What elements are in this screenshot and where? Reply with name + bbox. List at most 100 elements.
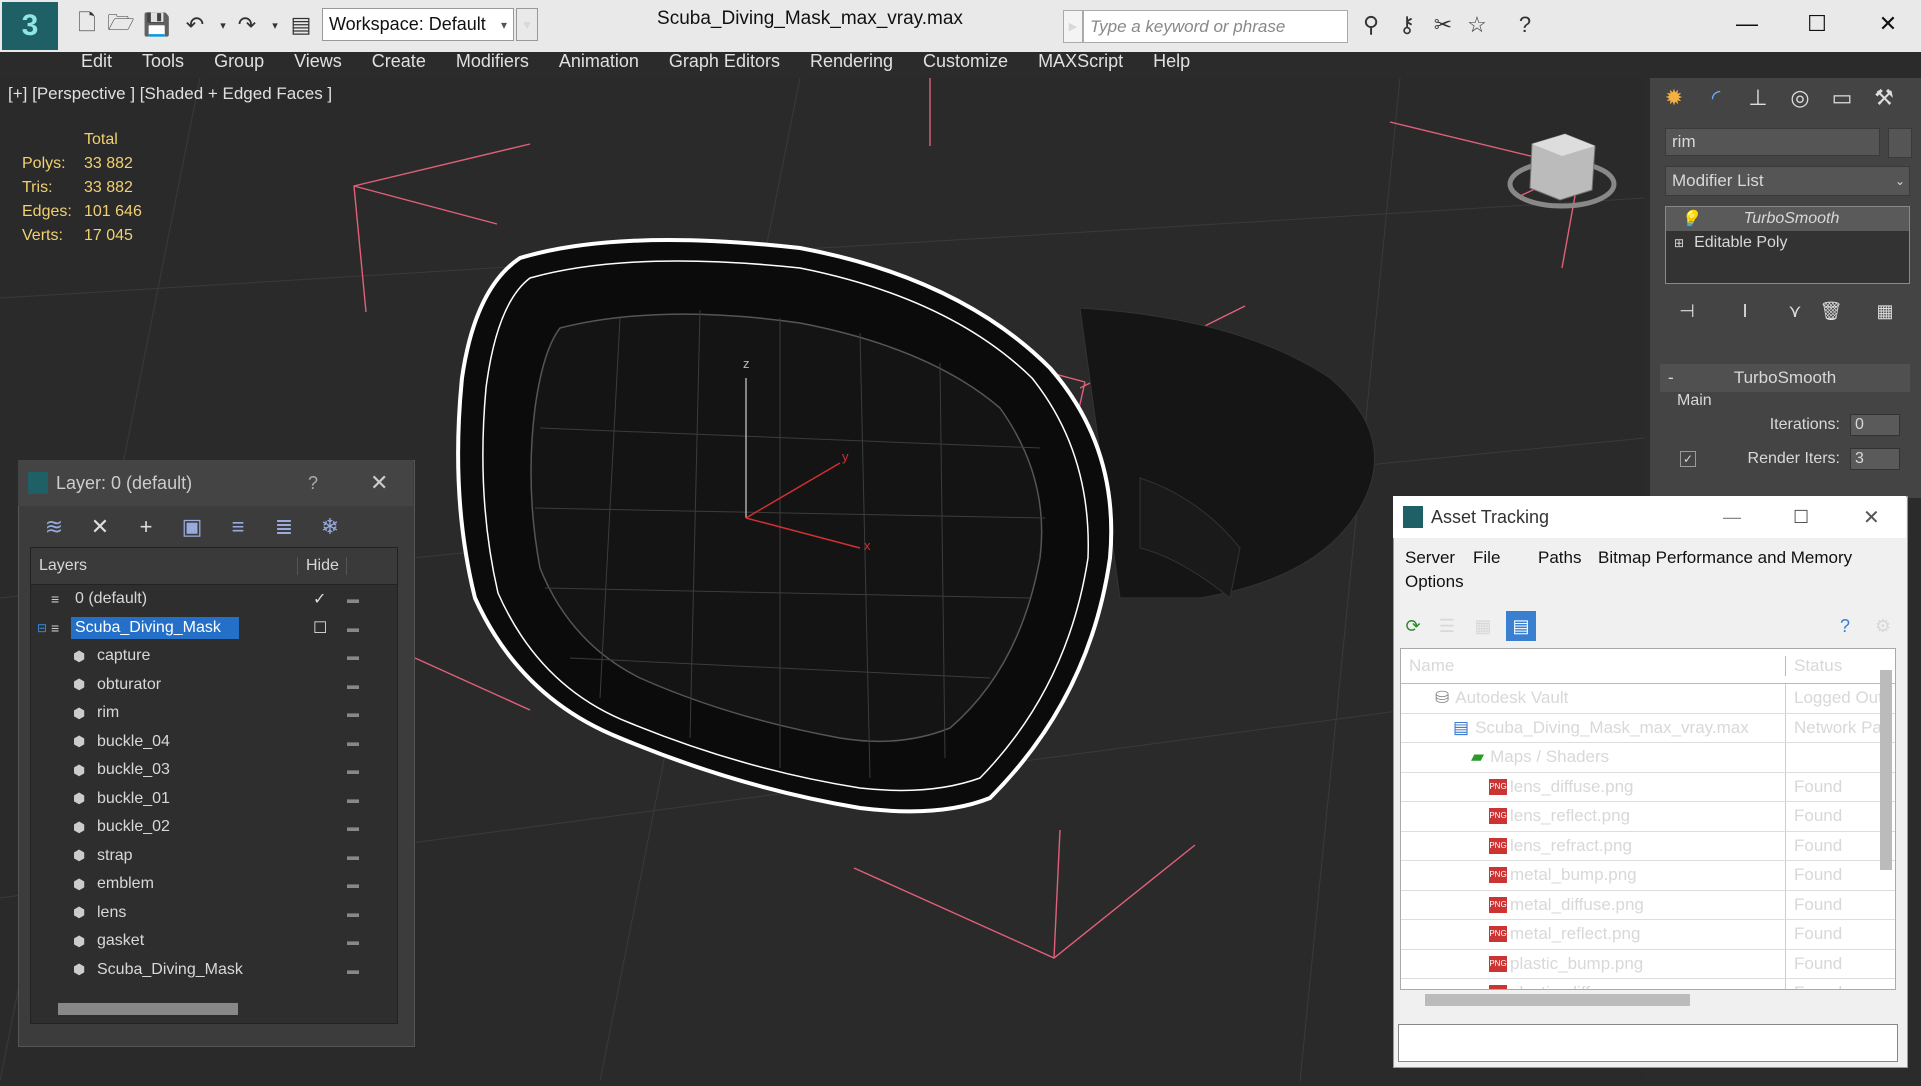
asset-row[interactable]: PNGplastic_diffuse.png Found [1401,979,1895,989]
menu-create[interactable]: Create [357,51,441,72]
asset-menu-file[interactable]: File [1473,548,1500,568]
save-icon[interactable]: 💾 [142,10,172,40]
menu-animation[interactable]: Animation [544,51,654,72]
table-view-icon[interactable]: ▤ [1506,611,1536,641]
layer-row[interactable]: ⬢ Scuba_Diving_Mask ▬ [31,956,397,985]
maximize-icon[interactable]: ☐ [1793,507,1809,528]
layer-row[interactable]: ⬢ buckle_04 ▬ [31,728,397,757]
menu-help[interactable]: Help [1138,51,1205,72]
lightbulb-icon[interactable]: 💡 [1680,209,1700,229]
delete-layer-icon[interactable]: ✕ [82,512,118,542]
hide-toggle[interactable]: ▬ [347,934,359,948]
help-icon[interactable]: ? [1830,611,1860,641]
stack-item-turbosmooth[interactable]: 💡 TurboSmooth [1666,207,1909,231]
asset-row[interactable]: PNG lens_reflect.png Found [1401,802,1895,832]
asset-row[interactable]: ▤ Scuba_Diving_Mask_max_vray.max Network P… [1401,713,1895,743]
hide-toggle[interactable]: ▬ [347,906,359,920]
layer-row[interactable]: ⬢ buckle_03 ▬ [31,756,397,785]
menu-edit[interactable]: Edit [66,51,127,72]
open-file-icon[interactable]: 🗁 [106,10,136,40]
layer-row[interactable]: ⬢ rim ▬ [31,699,397,728]
hide-toggle[interactable]: ▬ [347,621,359,635]
layer-panel-titlebar[interactable]: Layer: 0 (default) ? ✕ [18,460,413,506]
layer-row[interactable]: ⬢ emblem ▬ [31,870,397,899]
app-logo-icon[interactable]: 3 [2,2,58,50]
settings-icon[interactable]: ⚙ [1868,611,1898,641]
new-file-icon[interactable]: 🗋 [72,10,102,40]
create-tab-icon[interactable]: ✹ [1656,80,1692,116]
asset-row[interactable]: PNG lens_diffuse.png Found [1401,772,1895,802]
asset-menu-paths[interactable]: Paths [1538,548,1581,568]
object-name-field[interactable]: rim [1665,128,1880,156]
active-layer-indicator[interactable]: ✓ [313,589,326,609]
hide-toggle[interactable]: ▬ [347,877,359,891]
iterations-spinner[interactable]: 0 [1850,414,1900,436]
refresh-icon[interactable]: ⟳ [1398,611,1428,641]
hide-all-icon[interactable]: ≣ [266,512,302,542]
close-icon[interactable]: ✕ [1863,505,1880,530]
stack-item-editable-poly[interactable]: ⊞ Editable Poly [1666,231,1909,255]
show-end-result-icon[interactable]: Ⅰ [1730,298,1760,324]
modifier-list-dropdown[interactable]: Modifier List ⌄ [1665,166,1910,196]
layer-row[interactable]: ⬢ buckle_01 ▬ [31,785,397,814]
highlight-layer-icon[interactable]: ≡ [220,512,256,542]
hide-toggle[interactable]: ▬ [347,849,359,863]
object-color-swatch[interactable] [1888,128,1912,158]
active-layer-indicator[interactable]: ☐ [313,618,327,638]
asset-row[interactable]: PNG metal_bump.png Found [1401,861,1895,891]
close-icon[interactable]: ✕ [370,470,388,496]
layer-row[interactable]: ⬢ gasket ▬ [31,927,397,956]
render-iters-spinner[interactable]: 3 [1850,448,1900,470]
pin-stack-icon[interactable]: ⊣ [1672,298,1702,324]
menu-views[interactable]: Views [279,51,357,72]
asset-row[interactable]: PNG lens_refract.png Found [1401,831,1895,861]
minimize-icon[interactable]: — [1725,6,1769,42]
expand-icon[interactable]: ⊞ [1674,236,1684,250]
column-name[interactable]: Name [1409,656,1786,676]
layer-row[interactable]: ⬢ lens ▬ [31,899,397,928]
layer-row[interactable]: ⬢ obturator ▬ [31,671,397,700]
help-button[interactable]: ? [308,473,318,494]
key-icon[interactable]: ⚷ [1392,10,1422,40]
close-icon[interactable]: ✕ [1866,6,1910,42]
hierarchy-tab-icon[interactable]: ⊥ [1740,80,1776,116]
vertical-scrollbar[interactable] [1880,670,1892,870]
hide-toggle[interactable]: ▬ [347,592,359,606]
asset-menu-bitmap-performance-and-memory[interactable]: Bitmap Performance and Memory [1598,548,1852,568]
hide-toggle[interactable]: ▬ [347,963,359,977]
hide-toggle[interactable]: ▬ [347,763,359,777]
viewcube-icon[interactable] [1507,133,1617,209]
make-unique-icon[interactable]: ⋎ [1780,298,1810,324]
binoculars-icon[interactable]: ⚲ [1356,10,1386,40]
project-folder-icon[interactable]: ▤ [286,10,316,40]
layer-row[interactable]: ≡ 0 (default) ✓ ▬ [31,585,397,614]
layer-row[interactable]: ⊟ ≡ Scuba_Diving_Mask ☐ ▬ [31,614,397,643]
horizontal-scrollbar[interactable] [58,1003,238,1015]
render-iters-checkbox[interactable]: ✓ [1680,451,1696,467]
configure-sets-icon[interactable]: ▦ [1870,298,1900,324]
search-expand-button[interactable]: ▶ [1063,10,1083,43]
search-input[interactable]: Type a keyword or phrase [1083,10,1348,43]
redo-icon[interactable]: ↷ [232,10,262,40]
menu-graph-editors[interactable]: Graph Editors [654,51,795,72]
utilities-tab-icon[interactable]: ⚒ [1866,80,1902,116]
menu-customize[interactable]: Customize [908,51,1023,72]
help-icon[interactable]: ? [1510,10,1540,40]
menu-group[interactable]: Group [199,51,279,72]
column-status[interactable]: Status [1794,656,1842,676]
viewport-label[interactable]: [+] [Perspective ] [Shaded + Edged Faces… [8,84,332,104]
undo-icon[interactable]: ↶ [180,10,210,40]
asset-menu-server[interactable]: Server [1405,548,1455,568]
motion-tab-icon[interactable]: ◎ [1782,80,1818,116]
column-layers[interactable]: Layers [39,557,298,575]
freeze-all-icon[interactable]: ❄ [312,512,348,542]
asset-row[interactable]: PNG metal_diffuse.png Found [1401,890,1895,920]
hide-toggle[interactable]: ▬ [347,706,359,720]
asset-row[interactable]: PNG plastic_bump.png Found [1401,949,1895,979]
menu-modifiers[interactable]: Modifiers [441,51,544,72]
collapse-icon[interactable]: ⊟ [37,621,47,635]
workspace-dropdown[interactable]: Workspace: Default ▾ [322,8,514,41]
asset-row[interactable]: ⛁ Autodesk Vault Logged Out [1401,684,1895,714]
asset-row[interactable]: PNG metal_reflect.png Found [1401,920,1895,950]
hide-toggle[interactable]: ▬ [347,792,359,806]
